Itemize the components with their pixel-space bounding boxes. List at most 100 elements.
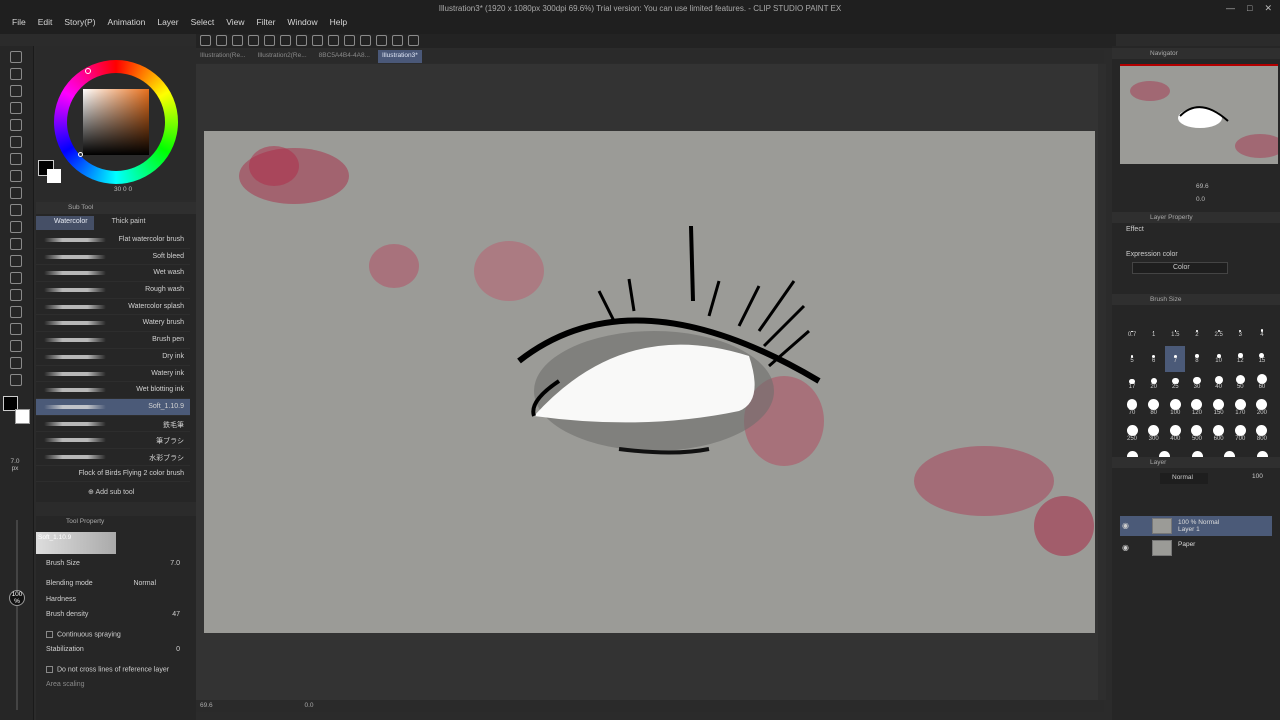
list-item[interactable]: Watercolor splash [36, 299, 190, 316]
zoom-tool-icon[interactable] [10, 374, 22, 386]
brush-size-option[interactable]: 70 [1122, 398, 1142, 424]
rotation-readout[interactable]: 0.0 [304, 702, 313, 709]
layer-opacity-value[interactable]: 100 [1252, 473, 1263, 480]
maximize-button[interactable]: □ [1247, 3, 1252, 14]
hue-marker[interactable] [85, 68, 91, 74]
sv-marker[interactable] [78, 152, 83, 157]
continuous-spraying-checkbox[interactable] [46, 631, 53, 638]
navigator-rotation[interactable]: 0.0 [1196, 196, 1205, 203]
navigator-thumbnail[interactable] [1120, 64, 1278, 164]
menu-view[interactable]: View [220, 17, 250, 27]
layer-row[interactable]: ◉ 100 % Normal Layer 1 [1120, 516, 1272, 536]
menu-animation[interactable]: Animation [102, 17, 152, 27]
brush-size-option[interactable]: 6 [1144, 346, 1164, 372]
save-icon[interactable] [248, 35, 259, 46]
brush-size-option[interactable]: 40 [1209, 372, 1229, 398]
expression-color-select[interactable]: Color [1132, 262, 1228, 274]
close-button[interactable]: ✕ [1264, 3, 1272, 14]
brush-size-option[interactable]: 25 [1165, 372, 1185, 398]
fill-icon[interactable] [312, 35, 323, 46]
brush-size-option[interactable]: 4 [1252, 320, 1272, 346]
list-item[interactable]: 鉄毛筆 [36, 416, 190, 433]
menu-file[interactable]: File [6, 17, 32, 27]
brush-density-value[interactable]: 47 [172, 611, 180, 618]
brush-size-option[interactable]: 10 [1209, 346, 1229, 372]
brush-size-option[interactable]: 120 [1187, 398, 1207, 424]
brush-size-option[interactable]: 30 [1187, 372, 1207, 398]
list-item[interactable]: Brush pen [36, 332, 190, 349]
brush-size-option[interactable]: 0.7 [1122, 320, 1142, 346]
brush-size-option[interactable]: 600 [1209, 424, 1229, 450]
brush-size-option[interactable]: 1 [1144, 320, 1164, 346]
brush-size-option[interactable]: 200 [1252, 398, 1272, 424]
layer-blend-mode-select[interactable]: Normal [1160, 473, 1208, 484]
text-tool-icon[interactable] [10, 255, 22, 267]
menu-select[interactable]: Select [185, 17, 221, 27]
clear-icon[interactable] [296, 35, 307, 46]
list-item[interactable]: 水彩ブラシ [36, 449, 190, 466]
brush-size-option[interactable]: 800 [1252, 424, 1272, 450]
brush-size-option[interactable]: 170 [1230, 398, 1250, 424]
help-icon[interactable] [408, 35, 419, 46]
brush-size-option[interactable]: 250 [1122, 424, 1142, 450]
brush-size-slider[interactable] [16, 520, 18, 710]
list-item[interactable]: Flat watercolor brush [36, 232, 190, 249]
sub-color-swatch[interactable] [15, 409, 30, 424]
doc-tab-active[interactable]: Illustration3* [377, 50, 422, 63]
panel-sub-color[interactable] [47, 169, 61, 183]
doc-tab[interactable]: 8BC5A4B4-4A8... [315, 50, 374, 63]
list-item[interactable]: Watery brush [36, 315, 190, 333]
decoration-tool-icon[interactable] [10, 136, 22, 148]
operation-tool-icon[interactable] [10, 323, 22, 335]
list-item[interactable]: Wet blotting ink [36, 382, 190, 399]
frame-tool-icon[interactable] [10, 221, 22, 233]
brush-size-option[interactable]: 7 [1165, 346, 1186, 372]
menu-edit[interactable]: Edit [32, 17, 59, 27]
list-item[interactable]: Wet wash [36, 265, 190, 283]
eraser-tool-icon[interactable] [10, 102, 22, 114]
balloon-tool-icon[interactable] [10, 272, 22, 284]
list-item[interactable]: Watery ink [36, 366, 190, 383]
brush-size-option[interactable]: 8 [1187, 346, 1207, 372]
tab-watercolor[interactable]: Watercolor [36, 216, 94, 230]
brush-size-value[interactable]: 7.0 [170, 560, 180, 567]
blending-mode-row[interactable]: Blending mode Normal [46, 580, 186, 587]
brush-tool-icon[interactable] [10, 85, 22, 97]
list-item[interactable]: Rough wash [36, 282, 190, 299]
navigator-zoom[interactable]: 69.6 [1196, 183, 1209, 190]
brush-size-option[interactable]: 700 [1230, 424, 1250, 450]
correct-line-tool-icon[interactable] [10, 289, 22, 301]
brush-size-option[interactable]: 100 [1165, 398, 1185, 424]
figure-tool-icon[interactable] [10, 204, 22, 216]
stabilization-value[interactable]: 0 [176, 646, 180, 653]
brush-size-option[interactable]: 3 [1230, 320, 1250, 346]
menu-help[interactable]: Help [324, 17, 353, 27]
brush-size-option[interactable]: 150 [1209, 398, 1229, 424]
undo-icon[interactable] [264, 35, 275, 46]
brush-size-option[interactable]: 12 [1230, 346, 1250, 372]
tab-thick-paint[interactable]: Thick paint [94, 216, 152, 230]
brush-size-option[interactable]: 17 [1122, 372, 1142, 398]
menu-filter[interactable]: Filter [251, 17, 282, 27]
minimize-button[interactable]: — [1226, 3, 1235, 14]
brush-size-option[interactable]: 60 [1252, 372, 1272, 398]
brush-size-option[interactable]: 300 [1144, 424, 1164, 450]
hardness-row[interactable]: Hardness [46, 596, 186, 603]
stabilization-row[interactable]: Stabilization 0 [46, 646, 186, 653]
pencil-tool-icon[interactable] [10, 68, 22, 80]
selection-tool-icon[interactable] [10, 357, 22, 369]
move-tool-icon[interactable] [10, 306, 22, 318]
doc-tab[interactable]: Illustration2(Re... [254, 50, 311, 63]
ruler-tool-icon[interactable] [10, 238, 22, 250]
menu-layer[interactable]: Layer [151, 17, 184, 27]
brush-density-row[interactable]: Brush density 47 [46, 611, 186, 618]
eye-icon[interactable]: ◉ [1122, 521, 1129, 530]
brush-size-row[interactable]: Brush Size 7.0 [46, 560, 186, 567]
brush-size-option[interactable]: 50 [1230, 372, 1250, 398]
area-scaling-row[interactable]: Area scaling [46, 681, 186, 688]
continuous-spraying-row[interactable]: Continuous spraying [46, 631, 186, 638]
brush-size-option[interactable]: 400 [1165, 424, 1185, 450]
snap-icon[interactable] [360, 35, 371, 46]
saturation-value-square[interactable] [83, 89, 149, 155]
deselect-icon[interactable] [344, 35, 355, 46]
